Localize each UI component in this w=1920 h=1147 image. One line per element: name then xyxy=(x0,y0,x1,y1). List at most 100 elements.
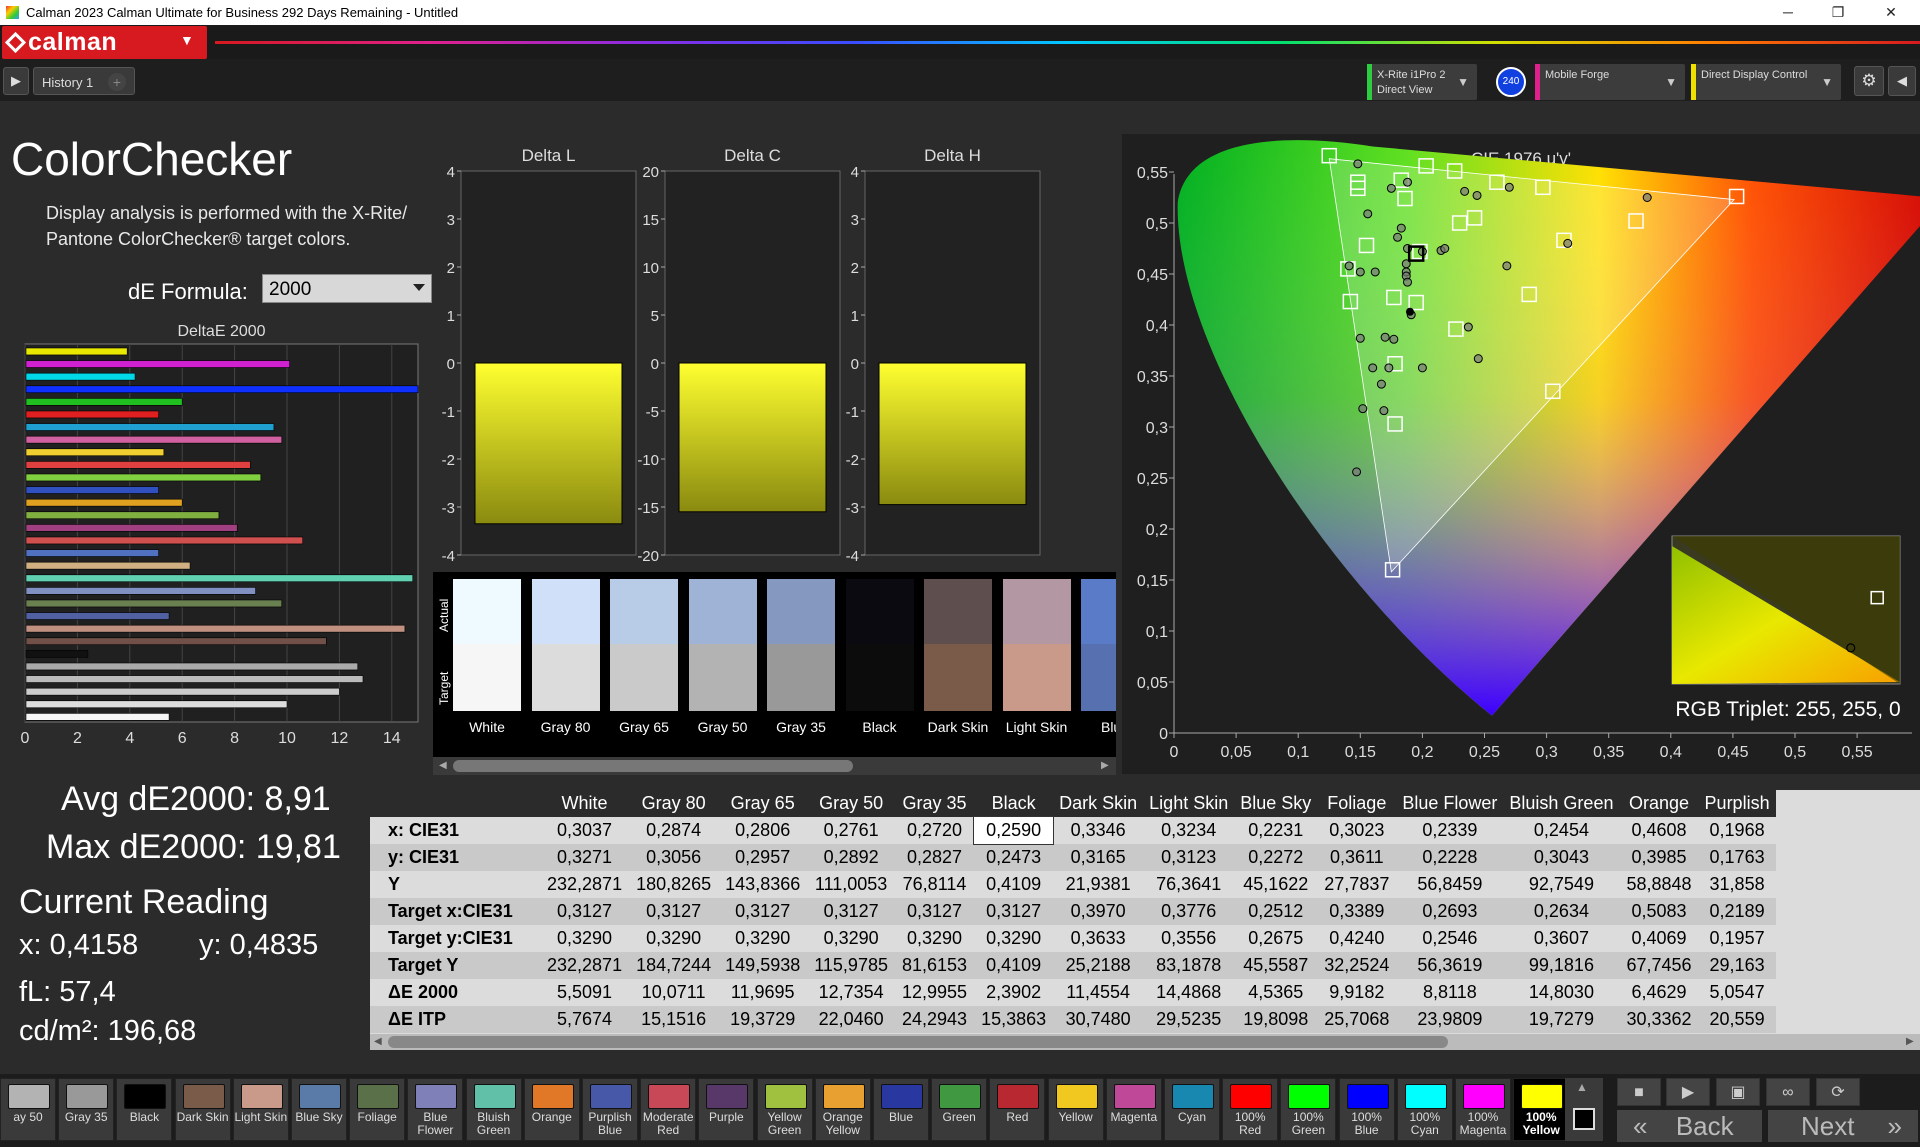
table-cell[interactable]: 0,2675 xyxy=(1234,925,1318,952)
table-cell[interactable]: 0,3970 xyxy=(1053,898,1144,925)
table-cell[interactable]: 0,3056 xyxy=(629,844,719,871)
table-cell[interactable]: 25,7068 xyxy=(1317,1006,1397,1033)
table-cell[interactable]: 0,2806 xyxy=(718,817,808,844)
table-cell[interactable]: 0,4069 xyxy=(1619,925,1699,952)
table-cell[interactable]: 5,5091 xyxy=(540,979,630,1006)
table-cell[interactable]: 0,2228 xyxy=(1396,844,1504,871)
swatch-item[interactable]: Light Skin xyxy=(1002,579,1071,757)
patch-swatch-button[interactable]: Black xyxy=(116,1078,173,1141)
table-cell[interactable]: 0,2761 xyxy=(807,817,895,844)
table-cell[interactable]: 27,7837 xyxy=(1317,871,1397,898)
source-selector[interactable]: Mobile Forge ▼ xyxy=(1535,64,1685,100)
table-cell[interactable]: 14,4868 xyxy=(1143,979,1235,1006)
table-cell[interactable]: 0,3611 xyxy=(1317,844,1397,871)
table-cell[interactable]: 22,0460 xyxy=(807,1006,895,1033)
table-cell[interactable]: 0,3985 xyxy=(1619,844,1699,871)
table-cell[interactable]: 83,1878 xyxy=(1143,952,1235,979)
patch-swatch-button[interactable]: Dark Skin xyxy=(174,1078,231,1141)
column-header[interactable]: Gray 35 xyxy=(894,790,975,817)
table-cell[interactable]: 0,2272 xyxy=(1234,844,1318,871)
save-icon[interactable]: ▣ xyxy=(1716,1078,1760,1106)
table-cell[interactable]: 76,3641 xyxy=(1143,871,1235,898)
patch-swatch-button[interactable]: ay 50 xyxy=(0,1078,56,1141)
patch-swatch-button[interactable]: Purple xyxy=(698,1078,755,1141)
table-cell[interactable]: 0,3556 xyxy=(1143,925,1235,952)
play-icon[interactable]: ▶ xyxy=(1666,1078,1710,1106)
patch-swatch-button[interactable]: Foliage xyxy=(349,1078,406,1141)
patch-swatch-button[interactable]: Orange xyxy=(523,1078,580,1141)
calman-menu-button[interactable]: calman ▼ xyxy=(2,26,207,59)
table-cell[interactable]: 19,8098 xyxy=(1234,1006,1318,1033)
table-cell[interactable]: 0,3607 xyxy=(1503,925,1620,952)
table-cell[interactable]: 0,3127 xyxy=(974,898,1054,925)
table-cell[interactable]: 232,2871 xyxy=(540,952,630,979)
table-cell[interactable]: 81,6153 xyxy=(894,952,975,979)
swatch-item[interactable]: Gray 50 xyxy=(688,579,757,757)
table-cell[interactable]: 6,4629 xyxy=(1619,979,1699,1006)
swatch-item[interactable]: Gray 80 xyxy=(531,579,600,757)
table-scrollbar[interactable]: ◀ ▶ xyxy=(370,1034,1920,1050)
table-cell[interactable]: 0,2454 xyxy=(1503,817,1620,844)
table-cell[interactable]: 67,7456 xyxy=(1619,952,1699,979)
table-cell[interactable]: 2,3902 xyxy=(974,979,1054,1006)
close-button[interactable]: ✕ xyxy=(1868,0,1914,25)
table-cell[interactable]: 32,2524 xyxy=(1317,952,1397,979)
table-cell[interactable]: 0,2339 xyxy=(1396,817,1504,844)
patch-swatch-button[interactable]: 100% Magenta xyxy=(1455,1078,1511,1141)
patch-swatch-button[interactable]: 100% Yellow xyxy=(1513,1078,1570,1141)
scroll-thumb[interactable] xyxy=(453,760,853,772)
table-cell[interactable]: 19,3729 xyxy=(718,1006,808,1033)
table-cell[interactable]: 58,8848 xyxy=(1619,871,1699,898)
table-cell[interactable]: 111,0053 xyxy=(807,871,895,898)
patch-swatch-button[interactable]: 100% Red xyxy=(1222,1078,1279,1141)
table-cell[interactable]: 0,4109 xyxy=(974,952,1054,979)
table-cell[interactable]: 0,3633 xyxy=(1053,925,1144,952)
table-cell[interactable]: 4,5365 xyxy=(1234,979,1318,1006)
table-cell[interactable]: 0,3290 xyxy=(807,925,895,952)
scroll-right-icon[interactable]: ▶ xyxy=(1101,760,1109,771)
table-cell[interactable]: 25,2188 xyxy=(1053,952,1144,979)
patch-swatch-button[interactable]: Light Skin xyxy=(232,1078,289,1141)
table-cell[interactable]: 0,2693 xyxy=(1396,898,1504,925)
table-cell[interactable]: 0,5083 xyxy=(1619,898,1699,925)
scroll-left-icon[interactable]: ◀ xyxy=(374,1036,382,1047)
table-cell[interactable]: 0,3037 xyxy=(540,817,630,844)
swatch-item[interactable]: Blue xyxy=(1081,579,1116,757)
column-header[interactable]: Orange xyxy=(1619,790,1699,817)
table-cell[interactable]: 76,8114 xyxy=(894,871,975,898)
swatch-item[interactable]: Gray 35 xyxy=(767,579,835,757)
patch-swatch-button[interactable]: Cyan xyxy=(1164,1078,1220,1141)
table-cell[interactable]: 29,5235 xyxy=(1143,1006,1235,1033)
meter-selector[interactable]: X-Rite i1Pro 2 Direct View ▼ xyxy=(1367,64,1477,100)
next-button[interactable]: Next » xyxy=(1768,1110,1918,1142)
table-cell[interactable]: 0,3123 xyxy=(1143,844,1235,871)
table-cell[interactable]: 20,559 xyxy=(1698,1006,1776,1033)
table-cell[interactable]: 0,3165 xyxy=(1053,844,1144,871)
table-cell[interactable]: 0,2473 xyxy=(974,844,1054,871)
table-cell[interactable]: 0,2634 xyxy=(1503,898,1620,925)
table-cell[interactable]: 11,4554 xyxy=(1053,979,1144,1006)
table-cell[interactable]: 0,3234 xyxy=(1143,817,1235,844)
patch-swatch-button[interactable]: Bluish Green xyxy=(465,1078,522,1141)
column-header[interactable]: White xyxy=(540,790,630,817)
table-cell[interactable]: 0,3023 xyxy=(1317,817,1397,844)
patch-swatch-button[interactable]: Moderate Red xyxy=(640,1078,697,1141)
patch-swatch-button[interactable]: Orange Yellow xyxy=(814,1078,871,1141)
table-cell[interactable]: 30,7480 xyxy=(1053,1006,1144,1033)
patch-swatch-button[interactable]: 100% Green xyxy=(1280,1078,1337,1141)
table-cell[interactable]: 0,2546 xyxy=(1396,925,1504,952)
column-header[interactable]: Black xyxy=(974,790,1054,817)
table-cell[interactable]: 12,7354 xyxy=(807,979,895,1006)
swatch-item[interactable]: Dark Skin xyxy=(924,579,992,757)
table-cell[interactable]: 180,8265 xyxy=(629,871,719,898)
table-cell[interactable]: 0,2720 xyxy=(894,817,975,844)
table-cell[interactable]: 30,3362 xyxy=(1619,1006,1699,1033)
scroll-thumb[interactable] xyxy=(388,1036,1448,1048)
swatch-scrollbar[interactable]: ◀ ▶ xyxy=(433,757,1116,775)
table-cell[interactable]: 115,9785 xyxy=(807,952,895,979)
table-cell[interactable]: 23,9809 xyxy=(1396,1006,1504,1033)
table-cell[interactable]: 0,3290 xyxy=(894,925,975,952)
table-cell[interactable]: 0,3127 xyxy=(540,898,630,925)
table-cell[interactable]: 14,8030 xyxy=(1503,979,1620,1006)
table-cell[interactable]: 0,3271 xyxy=(540,844,630,871)
